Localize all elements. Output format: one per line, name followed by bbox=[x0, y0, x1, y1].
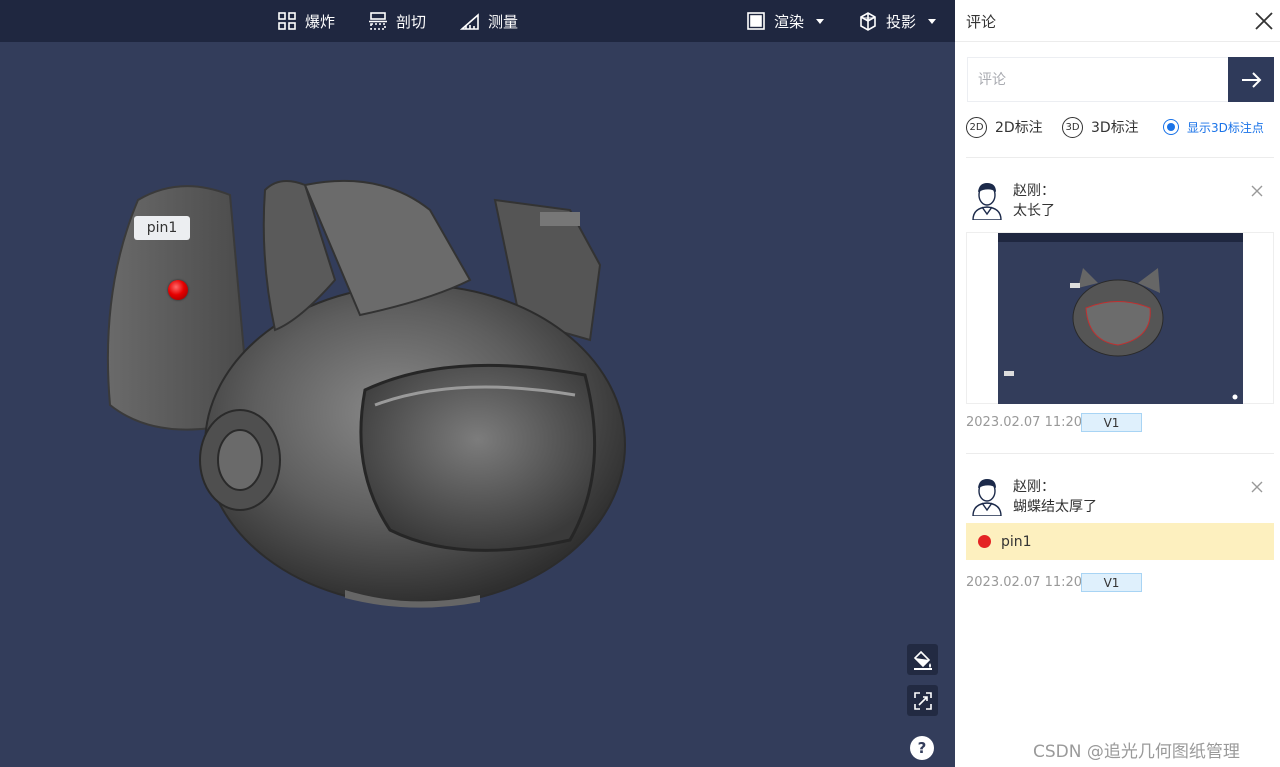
annotation-filters: 2D 2D标注 3D 3D标注 显示3D标注点 bbox=[966, 116, 1271, 138]
filter-2d-label: 2D标注 bbox=[995, 120, 1043, 136]
filter-3d-annotation[interactable]: 3D 3D标注 bbox=[1062, 116, 1139, 138]
pin-dot-icon bbox=[978, 535, 991, 548]
comment-item: 赵刚： 太长了 2023.02.07 11:20 V1 bbox=[966, 180, 1274, 440]
explode-label: 爆炸 bbox=[305, 12, 336, 31]
help-button[interactable]: ? bbox=[910, 736, 934, 760]
filter-3d-label: 3D标注 bbox=[1091, 120, 1139, 136]
filter-2d-annotation[interactable]: 2D 2D标注 bbox=[966, 116, 1043, 138]
viewport-toolbar: 爆炸 剖切 测量 渲染 投影 bbox=[0, 0, 955, 42]
comment-panel: 评论 2D 2D标注 3D 3D标注 显示3D标注点 bbox=[955, 0, 1280, 767]
paint-bucket-icon bbox=[913, 650, 932, 670]
projection-label: 投影 bbox=[886, 12, 917, 31]
measure-tool[interactable]: 测量 bbox=[460, 0, 518, 42]
chevron-down-icon bbox=[928, 18, 937, 24]
radio-checked-icon bbox=[1163, 119, 1179, 135]
comment-timestamp: 2023.02.07 11:20 bbox=[966, 575, 1083, 590]
divider bbox=[966, 453, 1274, 454]
panel-title: 评论 bbox=[966, 13, 997, 31]
section-icon bbox=[369, 12, 387, 30]
measure-icon bbox=[460, 13, 479, 30]
comment-author: 赵刚： bbox=[1013, 479, 1055, 495]
comment-timestamp: 2023.02.07 11:20 bbox=[966, 415, 1083, 430]
3d-badge-icon: 3D bbox=[1062, 116, 1083, 138]
comment-item: 赵刚： 蝴蝶结太厚了 pin1 2023.02.07 11:20 V1 bbox=[966, 476, 1274, 606]
pin-reference-label: pin1 bbox=[1001, 533, 1032, 550]
render-icon bbox=[747, 12, 765, 30]
comment-author: 赵刚： bbox=[1013, 183, 1055, 199]
render-dropdown[interactable]: 渲染 bbox=[746, 0, 825, 42]
3d-viewport[interactable]: 爆炸 剖切 测量 渲染 投影 pin1 ? bbox=[0, 0, 955, 767]
thumbnail-image bbox=[998, 233, 1243, 404]
pin-label[interactable]: pin1 bbox=[134, 216, 190, 240]
annotation-pin[interactable] bbox=[168, 280, 188, 300]
projection-dropdown[interactable]: 投影 bbox=[858, 0, 937, 42]
show-3d-points-radio[interactable]: 显示3D标注点 bbox=[1163, 116, 1264, 138]
section-label: 剖切 bbox=[396, 12, 427, 31]
projection-icon bbox=[860, 12, 876, 31]
measure-label: 测量 bbox=[488, 12, 519, 31]
comment-screenshot-thumbnail[interactable] bbox=[966, 232, 1274, 404]
fullscreen-button[interactable] bbox=[907, 685, 938, 716]
send-button[interactable] bbox=[1228, 57, 1274, 102]
fullscreen-icon bbox=[913, 691, 932, 710]
paint-bucket-button[interactable] bbox=[907, 644, 938, 675]
version-badge: V1 bbox=[1081, 573, 1142, 592]
comment-input[interactable] bbox=[968, 58, 1228, 101]
avatar bbox=[972, 479, 1002, 516]
section-tool[interactable]: 剖切 bbox=[368, 0, 426, 42]
panel-header: 评论 bbox=[955, 0, 1280, 42]
2d-badge-icon: 2D bbox=[966, 116, 987, 138]
close-icon[interactable] bbox=[1253, 10, 1275, 32]
show-3d-points-label: 显示3D标注点 bbox=[1187, 120, 1264, 135]
explode-tool[interactable]: 爆炸 bbox=[277, 0, 335, 42]
pin-reference[interactable]: pin1 bbox=[966, 523, 1274, 560]
comment-message: 太长了 bbox=[1013, 203, 1055, 219]
comment-input-wrap bbox=[967, 57, 1228, 102]
watermark: CSDN @追光几何图纸管理 bbox=[1033, 742, 1240, 762]
comment-message: 蝴蝶结太厚了 bbox=[1013, 499, 1097, 515]
divider bbox=[966, 157, 1274, 158]
close-icon[interactable] bbox=[1250, 480, 1264, 494]
chevron-down-icon bbox=[816, 18, 825, 24]
render-label: 渲染 bbox=[774, 12, 805, 31]
explode-icon bbox=[278, 12, 296, 30]
thumbnail-helmet-image bbox=[1004, 268, 1238, 400]
avatar bbox=[972, 183, 1002, 220]
version-badge: V1 bbox=[1081, 413, 1142, 432]
close-icon[interactable] bbox=[1250, 184, 1264, 198]
arrow-right-icon bbox=[1242, 71, 1262, 88]
